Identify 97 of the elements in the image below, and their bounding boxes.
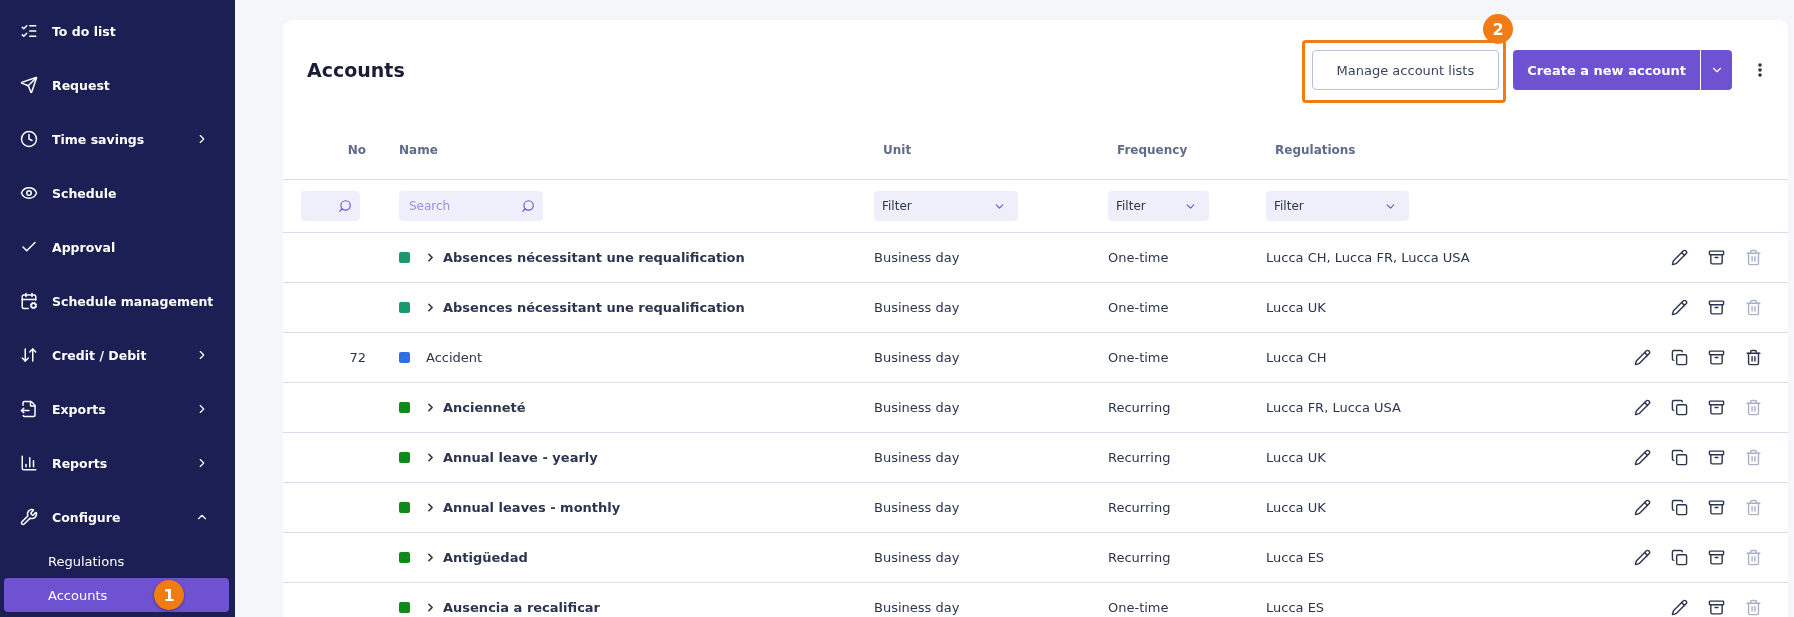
sidebar-item-icon — [20, 130, 38, 148]
table-cell: One-time — [1108, 300, 1169, 315]
sidebar-item-icon — [20, 184, 38, 202]
column-header: Regulations — [1274, 142, 1356, 157]
page-title: Accounts — [307, 59, 406, 81]
table-cell: Lucca UK — [1266, 300, 1326, 315]
table-cell: Lucca ES — [1266, 600, 1325, 615]
dropdown-caret-button[interactable] — [1700, 50, 1732, 90]
sidebar-item[interactable]: To do list — [4, 4, 229, 58]
table-cell: Lucca ES — [1266, 550, 1325, 565]
sidebar-item[interactable]: Time savings — [4, 112, 229, 166]
sidebar-item[interactable]: Request — [4, 58, 229, 112]
table-cell: Business day — [874, 350, 960, 365]
table-cell: Ancienneté — [443, 400, 526, 415]
table-cell: Annual leave - yearly — [443, 450, 598, 465]
edit-icon[interactable] — [1671, 299, 1688, 316]
table-cell: Lucca UK — [1266, 450, 1326, 465]
column-header: Unit — [882, 142, 912, 157]
archive-icon[interactable] — [1708, 349, 1725, 366]
sidebar-item-icon — [20, 454, 38, 472]
sidebar-item-icon — [20, 76, 38, 94]
edit-icon[interactable] — [1634, 499, 1651, 516]
table-cell: Lucca UK — [1266, 500, 1326, 515]
sidebar-item[interactable]: Reports — [4, 436, 229, 490]
sidebar-item[interactable]: Approval — [4, 220, 229, 274]
archive-icon[interactable] — [1708, 299, 1725, 316]
more-menu-button[interactable] — [1756, 61, 1764, 79]
archive-icon[interactable] — [1708, 399, 1725, 416]
table-cell: Recurring — [1108, 550, 1171, 565]
sidebar-item[interactable]: Exports — [4, 382, 229, 436]
create-account-button[interactable]: Create a new account — [1513, 50, 1700, 90]
archive-icon[interactable] — [1708, 449, 1725, 466]
table-cell: Ausencia a recalificar — [443, 600, 601, 615]
archive-icon[interactable] — [1708, 249, 1725, 266]
archive-icon[interactable] — [1708, 499, 1725, 516]
table-cell: Absences nécessitant une requalification — [443, 300, 745, 315]
table-cell: Antigüedad — [443, 550, 528, 565]
sidebar-item[interactable]: Schedule — [4, 166, 229, 220]
table-cell: Business day — [874, 550, 960, 565]
kebab-menu-icon — [1758, 63, 1762, 77]
copy-icon[interactable] — [1671, 449, 1688, 466]
archive-icon[interactable] — [1708, 599, 1725, 616]
column-header: Name — [398, 142, 438, 157]
table-cell: Recurring — [1108, 400, 1171, 415]
edit-icon[interactable] — [1671, 249, 1688, 266]
table-cell: Absences nécessitant une requalification — [443, 250, 745, 265]
filter-dropdown[interactable]: Filter — [1266, 191, 1409, 221]
copy-icon[interactable] — [1671, 549, 1688, 566]
table-cell: Business day — [874, 400, 960, 415]
step-badge: 1 — [154, 580, 184, 610]
column-header: Frequency — [1116, 142, 1188, 157]
table-cell: Accident — [426, 350, 483, 365]
copy-icon[interactable] — [1671, 349, 1688, 366]
sidebar-item[interactable]: Configure — [4, 490, 229, 544]
sidebar-subitem[interactable]: Regulations — [4, 544, 229, 578]
copy-icon[interactable] — [1671, 399, 1688, 416]
table-cell: 72 — [349, 350, 366, 365]
table-cell: Lucca CH — [1266, 350, 1327, 365]
edit-icon[interactable] — [1634, 549, 1651, 566]
edit-icon[interactable] — [1634, 349, 1651, 366]
table-cell: Business day — [874, 300, 960, 315]
table-cell: Business day — [874, 450, 960, 465]
table-cell: Business day — [874, 500, 960, 515]
sidebar-item-icon — [20, 508, 38, 526]
sidebar-item-icon — [20, 346, 38, 364]
sidebar-item-icon — [20, 400, 38, 418]
table-cell: Recurring — [1108, 500, 1171, 515]
sidebar-item[interactable]: Schedule management — [4, 274, 229, 328]
sidebar-item-icon — [20, 292, 38, 310]
filter-dropdown[interactable]: Filter — [1108, 191, 1209, 221]
search-field[interactable]: Search — [399, 191, 543, 221]
sidebar-subitem[interactable]: Accounts 1 — [4, 578, 229, 612]
edit-icon[interactable] — [1671, 599, 1688, 616]
sidebar-item[interactable]: Credit / Debit — [4, 328, 229, 382]
manage-lists-button[interactable]: Manage account lists — [1311, 50, 1500, 90]
table-cell: One-time — [1108, 250, 1169, 265]
edit-icon[interactable] — [1634, 399, 1651, 416]
column-header: No — [347, 142, 367, 157]
table-cell: One-time — [1108, 350, 1169, 365]
table-cell: One-time — [1108, 600, 1169, 615]
table-cell: Annual leaves - monthly — [443, 500, 621, 515]
table-cell: Business day — [874, 250, 960, 265]
table-cell: Recurring — [1108, 450, 1171, 465]
table-cell: Lucca FR, Lucca USA — [1266, 400, 1401, 415]
table-cell: Lucca CH, Lucca FR, Lucca USA — [1266, 250, 1470, 265]
search-field[interactable] — [301, 191, 360, 221]
delete-icon[interactable] — [1745, 349, 1762, 366]
filter-dropdown[interactable]: Filter — [874, 191, 1018, 221]
search-icon — [521, 199, 535, 213]
step-badge: 2 — [1483, 14, 1514, 44]
copy-icon[interactable] — [1671, 499, 1688, 516]
archive-icon[interactable] — [1708, 549, 1725, 566]
sidebar-item-icon — [20, 22, 38, 40]
table-cell: Business day — [874, 600, 960, 615]
search-input[interactable]: Search — [407, 198, 517, 214]
edit-icon[interactable] — [1634, 449, 1651, 466]
search-icon — [338, 199, 352, 213]
